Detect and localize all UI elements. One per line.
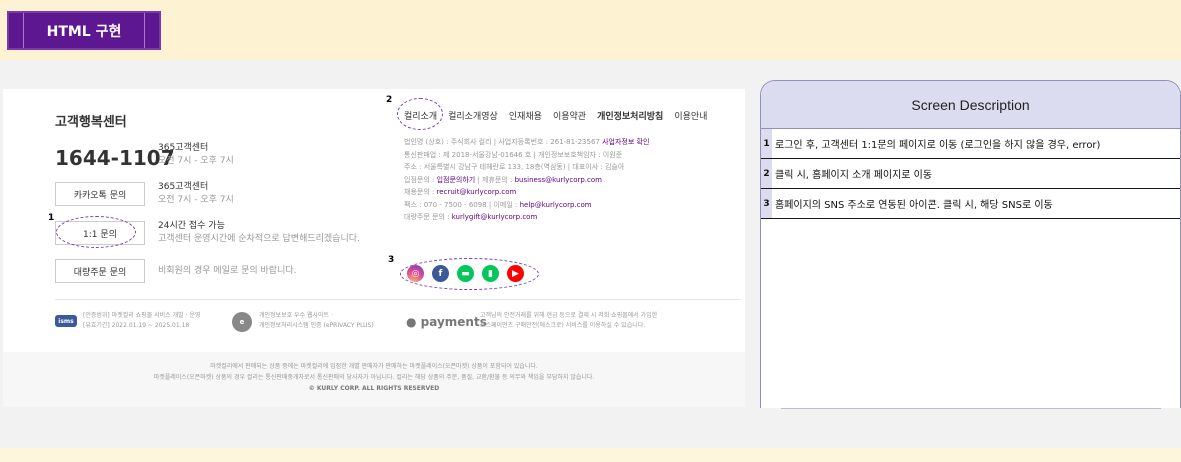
nav-guide[interactable]: 이용안내 bbox=[674, 109, 707, 122]
cs-title: 고객행복센터 bbox=[55, 115, 127, 130]
kakao-inquiry-button[interactable]: 카카오톡 문의 bbox=[55, 182, 145, 206]
partner-label: 입점문의 : bbox=[404, 175, 437, 184]
inquiry-desc-detail: 고객센터 운영시간에 순차적으로 답변해드리겠습니다. bbox=[158, 234, 360, 244]
screen-description-panel: Screen Description 1 로그인 후, 고객센터 1:1문의 페… bbox=[760, 80, 1181, 409]
top-header-bar: HTML 구현 bbox=[0, 0, 1181, 60]
annotation-2-number: 2 bbox=[386, 95, 393, 105]
bulk-order-inquiry-button[interactable]: 대량주문 문의 bbox=[55, 259, 145, 283]
inquiry-desc-title: 24시간 접수 가능 bbox=[158, 221, 225, 231]
cert-isms: [인증범위] 마켓컬리 쇼핑몰 서비스 개발 · 운영 [유효기간] 2022.… bbox=[83, 311, 200, 331]
kakao-desc-title: 365고객센터 bbox=[158, 182, 209, 192]
annotation-2-highlight bbox=[397, 98, 443, 130]
cert-isms-line-2: [유효기간] 2022.01.19 ~ 2025.01.18 bbox=[83, 322, 190, 329]
recruit-label: 채용문의 : bbox=[404, 188, 437, 196]
annotation-1-number: 1 bbox=[48, 213, 55, 223]
cert-payments: 고객님의 안전거래를 위해 현금 등으로 결제 시 저희 쇼핑몰에서 가입한 토… bbox=[480, 311, 657, 331]
content-area: 고객행복센터 1644-1107 365고객센터 오전 7시 - 오후 7시 카… bbox=[0, 60, 1181, 448]
nav-privacy-policy[interactable]: 개인정보처리방침 bbox=[597, 109, 663, 122]
legal-line-2: 마켓플레이스(오픈마켓) 상품의 경우 컬리는 통신판매중개자로서 통신판매의 … bbox=[153, 374, 595, 381]
isms-logo-icon: isms bbox=[55, 315, 77, 327]
cert-eprivacy-line-1: 개인정보보호 우수 웹사이트 · bbox=[259, 312, 333, 319]
bulk-email-label: 대량주문 문의 : bbox=[404, 213, 452, 221]
cs-phone: 1644-1107 bbox=[55, 146, 175, 170]
bulk-email-link[interactable]: kurlygift@kurlycorp.com bbox=[452, 213, 538, 221]
help-email-link[interactable]: help@kurlycorp.com bbox=[520, 201, 592, 209]
bulk-desc: 비회원의 경우 메일로 문의 바랍니다. bbox=[158, 266, 297, 276]
row-text: 로그인 후, 고객센터 1:1문의 페이지로 이동 (로그인을 하지 않을 경우… bbox=[775, 140, 1101, 151]
company-info: 법인명 (상호) : 주식회사 컬리 | 사업자등록번호 : 261-81-23… bbox=[404, 136, 649, 224]
nav-terms[interactable]: 이용약관 bbox=[553, 109, 586, 122]
nav-intro-video[interactable]: 컬리소개영상 bbox=[448, 109, 498, 122]
copyright: © KURLY CORP. ALL RIGHTS RESERVED bbox=[308, 385, 440, 392]
annotation-1-highlight bbox=[56, 216, 136, 248]
recruit-email-link[interactable]: recruit@kurlycorp.com bbox=[437, 188, 517, 196]
business-email-link[interactable]: business@kurlycorp.com bbox=[515, 176, 602, 184]
footer-mockup: 고객행복센터 1644-1107 365고객센터 오전 7시 - 오후 7시 카… bbox=[3, 89, 745, 407]
row-text: 클릭 시, 홈페이지 소개 페이지로 이동 bbox=[775, 170, 933, 181]
company-line-1: 법인명 (상호) : 주식회사 컬리 | 사업자등록번호 : 261-81-23… bbox=[404, 138, 600, 146]
row-index: 3 bbox=[761, 189, 772, 218]
panel-title: Screen Description bbox=[761, 81, 1180, 129]
annotation-3-number: 3 bbox=[388, 255, 395, 265]
alliance-label: | 제휴문의 : bbox=[475, 175, 515, 184]
cert-payments-line-1: 고객님의 안전거래를 위해 현금 등으로 결제 시 저희 쇼핑몰에서 가입한 bbox=[480, 312, 658, 319]
business-info-link[interactable]: 사업자정보 확인 bbox=[602, 138, 649, 146]
phone-desc-title: 365고객센터 bbox=[158, 143, 209, 153]
company-line-3: 주소 : 서울특별시 강남구 테헤란로 133, 18층(역삼동) | 대표이사… bbox=[404, 163, 625, 171]
cert-payments-line-2: 토스페이먼츠 구매안전(에스크로) 서비스를 이용하실 수 있습니다. bbox=[480, 322, 646, 329]
kakao-desc-hours: 오전 7시 - 오후 7시 bbox=[158, 195, 234, 205]
phone-desc-hours: 오전 7시 - 오후 7시 bbox=[158, 156, 234, 166]
footer-nav: 컬리소개 컬리소개영상 인재채용 이용약관 개인정보처리방침 이용안내 bbox=[404, 109, 707, 122]
eprivacy-logo-icon: e bbox=[232, 312, 252, 332]
company-line-2: 통신판매업 : 제 2018-서울강남-01646 호 | 개인정보보호책임자 … bbox=[404, 150, 623, 159]
description-row: 2 클릭 시, 홈페이지 소개 페이지로 이동 bbox=[761, 159, 1180, 189]
footer-divider bbox=[55, 299, 741, 300]
row-index: 2 bbox=[761, 159, 772, 188]
annotation-3-highlight bbox=[400, 258, 539, 290]
legal-notice: 마켓컬리에서 판매되는 상품 중에는 마켓컬리에 입점한 개별 판매자가 판매하… bbox=[3, 361, 745, 394]
store-inquiry-link[interactable]: 입점문의하기 bbox=[437, 176, 476, 184]
nav-recruit[interactable]: 인재채용 bbox=[509, 109, 542, 122]
legal-line-1: 마켓컬리에서 판매되는 상품 중에는 마켓컬리에 입점한 개별 판매자가 판매하… bbox=[210, 363, 538, 370]
payments-logo-icon: ● payments bbox=[406, 315, 487, 329]
cert-isms-line-1: [인증범위] 마켓컬리 쇼핑몰 서비스 개발 · 운영 bbox=[83, 312, 201, 319]
cert-eprivacy-line-2: 개인정보처리시스템 인증 (ePRIVACY PLUS) bbox=[259, 322, 374, 329]
description-row: 1 로그인 후, 고객센터 1:1문의 페이지로 이동 (로그인을 하지 않을 … bbox=[761, 129, 1180, 159]
page-title-badge: HTML 구현 bbox=[7, 11, 161, 50]
cert-eprivacy: 개인정보보호 우수 웹사이트 · 개인정보처리시스템 인증 (ePRIVACY … bbox=[259, 311, 374, 331]
description-row: 3 홈페이지의 SNS 주소로 연동된 아이콘. 클릭 시, 해당 SNS로 이… bbox=[761, 189, 1180, 219]
panel-bottom-line bbox=[781, 408, 1161, 409]
row-index: 1 bbox=[761, 129, 772, 158]
page-title: HTML 구현 bbox=[46, 23, 122, 40]
fax-line: 팩스 : 070 - 7500 - 6098 | 이메일 : bbox=[404, 200, 520, 209]
row-text: 홈페이지의 SNS 주소로 연동된 아이콘. 클릭 시, 해당 SNS로 이동 bbox=[775, 200, 1053, 211]
